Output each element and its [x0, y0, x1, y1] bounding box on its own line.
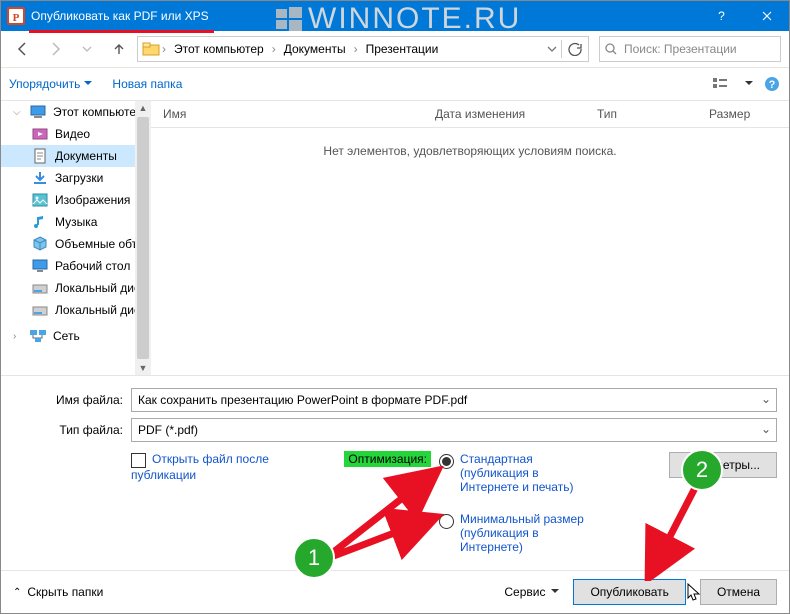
- chevron-right-icon[interactable]: ›: [354, 42, 358, 56]
- open-after-checkbox[interactable]: [131, 453, 146, 468]
- open-after-label: Открыть файл после публикации: [131, 452, 269, 482]
- crumb-presentations[interactable]: Презентации: [360, 42, 445, 56]
- new-folder-button[interactable]: Новая папка: [112, 77, 182, 91]
- back-button[interactable]: [9, 35, 37, 63]
- filename-label: Имя файла:: [13, 393, 131, 407]
- nav-scrollbar[interactable]: ▲▼: [135, 101, 151, 375]
- toolbar: Упорядочить Новая папка ?: [1, 68, 789, 101]
- desktop-icon: [31, 257, 49, 275]
- view-dropdown[interactable]: [739, 77, 753, 91]
- forward-button[interactable]: [41, 35, 69, 63]
- close-button[interactable]: [744, 1, 789, 31]
- help-icon[interactable]: ?: [763, 75, 781, 93]
- cube-icon: [31, 235, 49, 253]
- filetype-field[interactable]: PDF (*.pdf)⌄: [131, 418, 777, 442]
- nav-desktop[interactable]: Рабочий стол: [1, 255, 151, 277]
- chevron-right-icon[interactable]: ›: [162, 42, 166, 56]
- annotation-arrow: [641, 481, 711, 581]
- optimization-label: Оптимизация:: [344, 451, 431, 467]
- nav-pictures[interactable]: Изображения: [1, 189, 151, 211]
- svg-text:?: ?: [769, 79, 776, 91]
- recent-dropdown[interactable]: [73, 35, 101, 63]
- annotation-arrow: [321, 509, 451, 569]
- search-placeholder: Поиск: Презентации: [624, 42, 737, 56]
- svg-text:P: P: [13, 12, 20, 24]
- dropdown-icon[interactable]: ⌄: [758, 391, 774, 407]
- hide-folders[interactable]: ⌃Скрыть папки: [13, 585, 103, 599]
- radio-minimum-label: Минимальный размер (публикация в Интерне…: [460, 512, 599, 554]
- annotation-underline: [29, 30, 214, 33]
- search-box[interactable]: Поиск: Презентации: [599, 36, 781, 62]
- nav-downloads[interactable]: Загрузки: [1, 167, 151, 189]
- col-size[interactable]: Размер: [697, 107, 789, 121]
- col-name[interactable]: Имя: [151, 107, 423, 121]
- network-icon: [29, 327, 47, 345]
- titlebar: P Опубликовать как PDF или XPS ?: [1, 1, 789, 31]
- video-icon: [31, 125, 49, 143]
- search-icon: [604, 42, 618, 56]
- nav-network[interactable]: › Сеть: [1, 325, 151, 347]
- window-title: Опубликовать как PDF или XPS: [31, 9, 699, 23]
- empty-message: Нет элементов, удовлетворяющих условиям …: [151, 128, 789, 375]
- music-icon: [31, 213, 49, 231]
- doc-icon: [31, 147, 49, 165]
- annotation-badge-1: 1: [293, 537, 335, 579]
- disk-icon: [31, 279, 49, 297]
- image-icon: [31, 191, 49, 209]
- cursor-icon: [687, 583, 701, 601]
- address-bar[interactable]: › Этот компьютер › Документы › Презентац…: [137, 36, 589, 62]
- filetype-label: Тип файла:: [13, 423, 131, 437]
- expand-icon[interactable]: ⌵: [13, 107, 23, 118]
- refresh-button[interactable]: [561, 40, 588, 58]
- crumb-computer[interactable]: Этот компьютер: [168, 42, 270, 56]
- app-icon: P: [1, 7, 31, 25]
- column-headers: Имя Дата изменения Тип Размер: [151, 101, 789, 128]
- folder-icon: [142, 40, 160, 58]
- nav-tree: ⌵ Этот компьютер Видео Документы Загрузк…: [1, 101, 151, 375]
- organize-menu[interactable]: Упорядочить: [9, 77, 92, 91]
- nav-music[interactable]: Музыка: [1, 211, 151, 233]
- nav-disk-c[interactable]: Локальный дис: [1, 277, 151, 299]
- nav-3d[interactable]: Объемные объ: [1, 233, 151, 255]
- col-modified[interactable]: Дата изменения: [423, 107, 585, 121]
- nav-computer[interactable]: ⌵ Этот компьютер: [1, 101, 151, 123]
- dropdown-icon[interactable]: ⌄: [758, 421, 774, 437]
- help-button[interactable]: ?: [699, 1, 744, 31]
- annotation-badge-2: 2: [681, 449, 723, 491]
- expand-icon[interactable]: ›: [13, 331, 23, 342]
- view-button[interactable]: [711, 75, 729, 93]
- crumb-documents[interactable]: Документы: [278, 42, 352, 56]
- publish-button[interactable]: Опубликовать: [573, 579, 685, 605]
- nav-bar: › Этот компьютер › Документы › Презентац…: [1, 31, 789, 68]
- disk-icon: [31, 301, 49, 319]
- col-type[interactable]: Тип: [585, 107, 697, 121]
- computer-icon: [29, 103, 47, 121]
- download-icon: [31, 169, 49, 187]
- radio-standard-label: Стандартная (публикация в Интернете и пе…: [460, 452, 599, 494]
- cancel-button[interactable]: Отмена: [700, 579, 777, 605]
- address-dropdown[interactable]: [545, 42, 559, 56]
- up-button[interactable]: [105, 35, 133, 63]
- nav-disk-d[interactable]: Локальный дис: [1, 299, 151, 321]
- nav-videos[interactable]: Видео: [1, 123, 151, 145]
- filename-field[interactable]: Как сохранить презентацию PowerPoint в ф…: [131, 388, 777, 412]
- nav-documents[interactable]: Документы: [1, 145, 151, 167]
- tools-menu[interactable]: Сервис: [504, 585, 559, 599]
- chevron-right-icon[interactable]: ›: [272, 42, 276, 56]
